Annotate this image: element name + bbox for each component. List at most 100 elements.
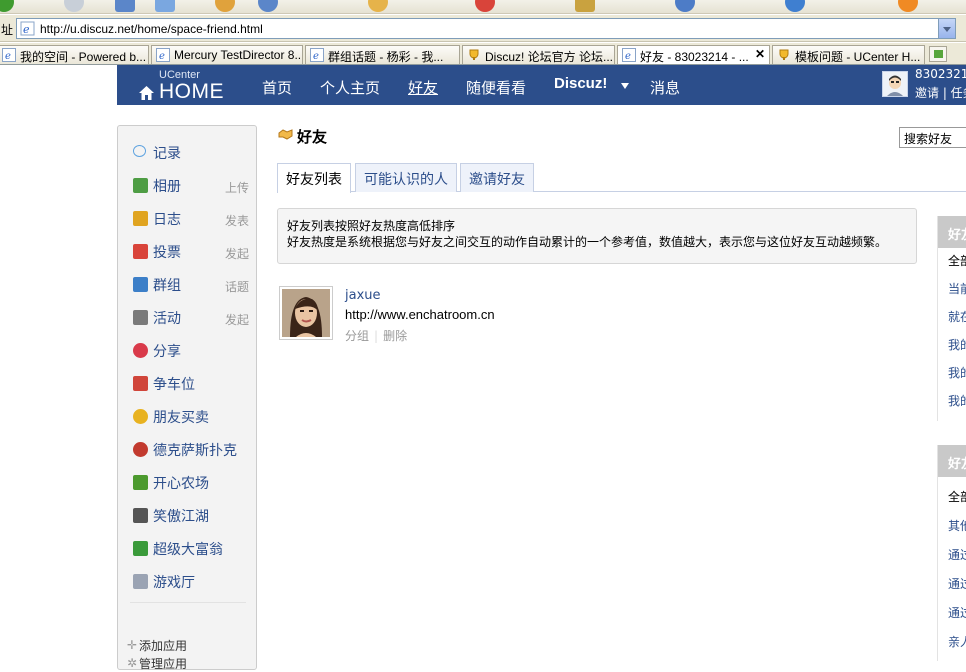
tab-friend-list[interactable]: 好友列表 <box>277 163 351 193</box>
sidebar-item[interactable]: 日志 发表 <box>133 208 251 230</box>
sidebar-item[interactable]: 德克萨斯扑克 <box>133 439 251 461</box>
right-panel-item[interactable]: 通过 <box>948 546 966 563</box>
media-icon[interactable] <box>475 0 495 12</box>
svg-text:e: e <box>159 51 165 62</box>
sidebar-item[interactable]: 超级大富翁 <box>133 538 251 560</box>
friend-name-link[interactable]: jaxue <box>345 288 381 303</box>
right-panel-item[interactable]: 我的 <box>948 336 966 353</box>
url-dropdown-button[interactable] <box>938 18 956 39</box>
url-input[interactable]: e http://u.discuz.net/home/space-friend.… <box>16 18 956 39</box>
sidebar-item-action[interactable]: 发表 <box>225 212 249 229</box>
delete-friend-link[interactable]: 删除 <box>383 329 407 343</box>
sidebar-item-action[interactable]: 上传 <box>225 179 249 196</box>
sidebar-item[interactable]: 争车位 <box>133 373 251 395</box>
chevron-down-icon[interactable] <box>621 83 629 89</box>
right-panel-item[interactable]: 通过 <box>948 575 966 592</box>
avatar[interactable] <box>882 71 908 97</box>
sidebar-item[interactable]: 分享 <box>133 340 251 362</box>
browser-tab[interactable]: e 我的空间 - Powered b... <box>0 45 149 64</box>
right-panel-friends-filter: 好友 全部 当前 就在 我的 我的 我的 <box>937 216 966 421</box>
sidebar-item[interactable]: 活动 发起 <box>133 307 251 329</box>
manage-app-link[interactable]: ✲ 管理应用 <box>127 655 187 672</box>
sidebar-item-label: 投票 <box>153 245 181 261</box>
sidebar-item-label: 分享 <box>153 344 181 360</box>
browser-tab-label: 我的空间 - Powered b... <box>20 50 147 64</box>
sidebar-item-label: 德克萨斯扑克 <box>153 443 237 459</box>
sidebar-item-label: 群组 <box>153 278 181 294</box>
sidebar-item[interactable]: 游戏厅 <box>133 571 251 593</box>
right-panel-item[interactable]: 全部 <box>948 488 966 505</box>
forward-icon[interactable] <box>64 0 84 12</box>
browser-tab-label: Mercury TestDirector 8... <box>174 48 303 62</box>
ie-page-icon: e <box>2 48 16 62</box>
nav-discuz[interactable]: Discuz! <box>554 75 607 92</box>
messenger-icon[interactable] <box>898 0 918 12</box>
sidebar-item[interactable]: 相册 上传 <box>133 175 251 197</box>
right-panel-item[interactable]: 亲人 <box>948 633 966 650</box>
gamepad-icon <box>133 574 148 589</box>
friend-avatar[interactable] <box>279 286 333 340</box>
browser-tab[interactable]: 模板问题 - UCenter H... <box>772 45 925 64</box>
nav-profile[interactable]: 个人主页 <box>320 77 380 98</box>
notebook-icon <box>133 211 148 226</box>
browser-tab[interactable]: Discuz! 论坛官方 论坛... <box>462 45 615 64</box>
user-links[interactable]: 邀请 | 任务 <box>915 84 966 101</box>
new-tab-button[interactable] <box>929 46 947 62</box>
search-placeholder: 搜索好友 <box>904 132 953 146</box>
sidebar-item-label: 争车位 <box>153 377 195 393</box>
sprout-icon <box>133 475 148 490</box>
sidebar-item-action[interactable]: 话题 <box>225 278 249 295</box>
tab-may-know[interactable]: 可能认识的人 <box>355 163 457 192</box>
right-panel-item[interactable]: 全部 <box>948 252 966 269</box>
site-header: UCenter HOME 首页 个人主页 好友 随便看看 Discuz! 消息 … <box>0 65 966 105</box>
history-icon[interactable] <box>575 0 595 12</box>
handshake-icon <box>278 129 293 140</box>
right-panel-item[interactable]: 通过 <box>948 604 966 621</box>
add-app-link[interactable]: ✛ 添加应用 <box>127 637 187 654</box>
sidebar-item[interactable]: 投票 发起 <box>133 241 251 263</box>
back-icon[interactable] <box>0 0 14 12</box>
tab-invite[interactable]: 邀请好友 <box>460 163 534 192</box>
browser-tab[interactable]: e Mercury TestDirector 8... <box>151 45 303 64</box>
header-band <box>117 65 966 105</box>
sidebar-item[interactable]: 记录 <box>133 142 251 164</box>
favorites-icon[interactable] <box>368 0 388 12</box>
notice-box: 好友列表按照好友热度高低排序 好友热度是系统根据您与好友之间交互的动作自动累计的… <box>277 208 917 264</box>
right-panel-item[interactable]: 我的 <box>948 364 966 381</box>
nav-messages[interactable]: 消息 <box>650 77 680 98</box>
sidebar-item-action[interactable]: 发起 <box>225 311 249 328</box>
sidebar-item-label: 游戏厅 <box>153 575 195 591</box>
sidebar-item-action[interactable]: 发起 <box>225 245 249 262</box>
sidebar-item-label: 笑傲江湖 <box>153 509 209 525</box>
browser-tab-active[interactable]: e 好友 - 83023214 - ... ✕ <box>617 45 770 64</box>
sidebar-item-label: 超级大富翁 <box>153 542 223 558</box>
browser-tab[interactable]: e 群组话题 - 杨彩 - 我... <box>305 45 460 64</box>
nav-friends[interactable]: 好友 <box>408 77 438 98</box>
refresh-icon[interactable] <box>155 0 175 12</box>
action-separator: | <box>374 329 379 343</box>
close-tab-icon[interactable]: ✕ <box>755 47 765 61</box>
trophy-icon <box>779 49 789 60</box>
friend-search-input[interactable]: 搜索好友 <box>899 127 966 148</box>
print-icon[interactable] <box>785 0 805 12</box>
right-panel-item[interactable]: 当前 <box>948 280 966 297</box>
nav-browse[interactable]: 随便看看 <box>466 77 526 98</box>
stop-icon[interactable] <box>115 0 135 12</box>
sidebar-item[interactable]: 开心农场 <box>133 472 251 494</box>
sidebar-item[interactable]: 笑傲江湖 <box>133 505 251 527</box>
search-browser-icon[interactable] <box>258 0 278 12</box>
mail-icon[interactable] <box>675 0 695 12</box>
home-browser-icon[interactable] <box>215 0 235 12</box>
nav-home[interactable]: 首页 <box>262 77 292 98</box>
sidebar-item[interactable]: 群组 话题 <box>133 274 251 296</box>
app-sidebar: 记录 相册 上传 日志 发表 投票 发起 群组 话题 活动 发起 分享 争车位 朋友买卖 德克萨斯扑克 开心农… <box>117 125 257 672</box>
group-friend-link[interactable]: 分组 <box>345 329 369 343</box>
right-panel-item[interactable]: 就在 <box>948 308 966 325</box>
right-panel-item[interactable]: 其他 <box>948 517 966 534</box>
right-panel-item[interactable]: 我的 <box>948 392 966 409</box>
right-panel-header: 好友 <box>938 445 966 477</box>
sidebar-item[interactable]: 朋友买卖 <box>133 406 251 428</box>
heart-icon <box>133 343 148 358</box>
right-panel-title: 好友 <box>948 457 966 472</box>
user-id[interactable]: 83023214 <box>915 67 966 81</box>
